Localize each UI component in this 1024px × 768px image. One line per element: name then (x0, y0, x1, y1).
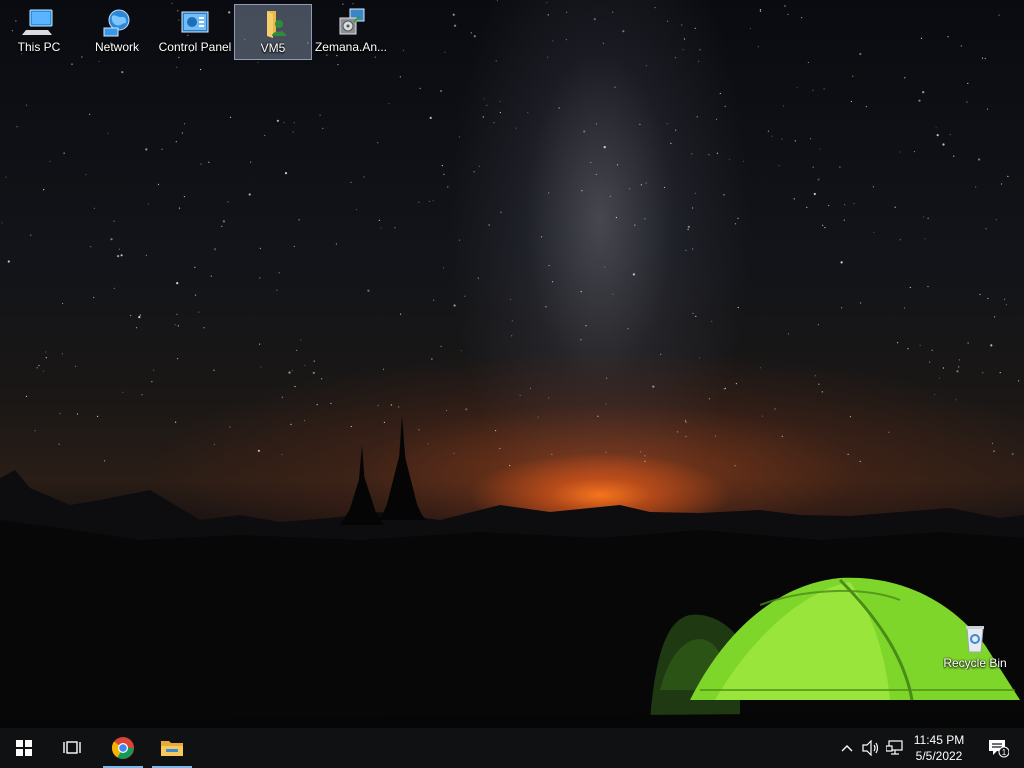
taskbar: 11:45 PM 5/5/2022 1 (0, 728, 1024, 768)
notification-icon: 1 (989, 740, 1009, 758)
desktop-icon-label: This PC (17, 40, 61, 54)
recycle-bin-icon (966, 626, 984, 653)
windows-logo-icon (16, 740, 32, 756)
clock-time: 11:45 PM (913, 733, 965, 747)
task-view-button[interactable] (52, 728, 92, 768)
start-button[interactable] (4, 728, 44, 768)
show-hidden-icons-button[interactable] (838, 728, 856, 768)
network-globe-icon (103, 9, 130, 37)
desktop-icon-this-pc[interactable]: This PC (0, 4, 78, 60)
ethernet-icon (886, 740, 903, 755)
system-clock[interactable]: 11:45 PM 5/5/2022 (906, 732, 972, 764)
speaker-icon (862, 740, 879, 756)
desktop-icon-label: Recycle Bin (943, 656, 1007, 670)
desktop-icon-zemana[interactable]: Zemana.An... (312, 4, 390, 60)
taskbar-chrome-button[interactable] (103, 728, 143, 768)
volume-button[interactable] (860, 728, 882, 768)
desktop-icon-label: Network (94, 40, 139, 54)
desktop-icon-control-panel[interactable]: Control Panel (156, 4, 234, 60)
desktop-icon-vm5[interactable]: VM5 (234, 4, 312, 60)
action-center-button[interactable]: 1 (978, 728, 1018, 768)
chrome-icon (111, 737, 134, 759)
notification-count: 1 (1002, 748, 1007, 757)
desktop-icon-network[interactable]: Network (78, 4, 156, 60)
task-view-icon (63, 741, 81, 754)
control-panel-icon (181, 11, 209, 33)
desktop-icon-label: VM5 (260, 41, 286, 55)
chevron-up-icon (841, 745, 853, 752)
landscape-silhouette (0, 415, 1024, 728)
computer-icon (22, 9, 53, 35)
desktop-icon-label: Zemana.An... (314, 40, 388, 54)
folder-icon (161, 741, 183, 756)
desktop-icon-recycle-bin[interactable]: Recycle Bin (936, 620, 1014, 676)
desktop-icon-label: Control Panel (158, 40, 232, 54)
taskbar-file-explorer-button[interactable] (152, 728, 192, 768)
installer-icon (339, 8, 365, 35)
network-status-button[interactable] (884, 728, 906, 768)
desktop-wallpaper[interactable]: This PC Network Control Panel VM5 Zemana… (0, 0, 1024, 728)
clock-date: 5/5/2022 (915, 749, 963, 763)
user-folder-icon (267, 11, 286, 38)
